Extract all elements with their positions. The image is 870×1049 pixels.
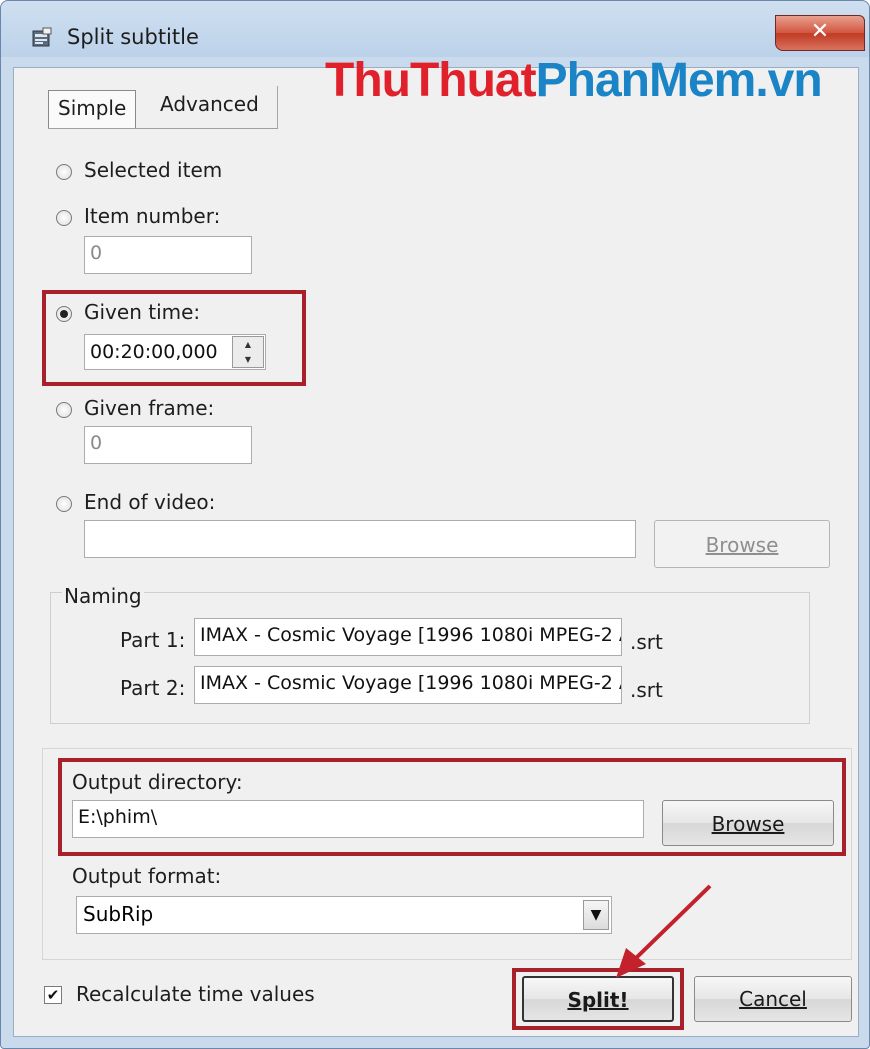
pointer-arrow-icon [616, 884, 712, 978]
window-title: Split subtitle [67, 25, 199, 49]
given-frame-field[interactable]: 0 [84, 426, 252, 464]
output-browse-button[interactable]: Browse [662, 800, 834, 846]
item-number-field[interactable]: 0 [84, 236, 252, 274]
end-of-video-radio[interactable] [56, 496, 72, 512]
naming-group-title: Naming [62, 584, 144, 608]
app-icon [32, 27, 52, 47]
item-number-label: Item number: [84, 204, 221, 228]
recalculate-label: Recalculate time values [76, 982, 315, 1006]
tab-advanced[interactable]: Advanced [140, 86, 278, 128]
part2-name-field[interactable]: IMAX - Cosmic Voyage [1996 1080i MPEG-2 … [194, 666, 622, 704]
video-file-field[interactable] [84, 520, 636, 558]
tab-divider [48, 128, 278, 129]
close-button[interactable]: ✕ [775, 15, 865, 51]
video-browse-button[interactable]: Browse [654, 520, 830, 568]
spin-up-icon[interactable]: ▲ [233, 337, 263, 352]
item-number-radio[interactable] [56, 210, 72, 226]
part1-label: Part 1: [120, 628, 186, 652]
dialog-client-area: Simple Advanced Selected item Item numbe… [13, 67, 859, 1037]
tab-simple[interactable]: Simple [48, 90, 136, 128]
end-of-video-label: End of video: [84, 490, 216, 514]
part2-label: Part 2: [120, 676, 186, 700]
close-icon: ✕ [810, 19, 830, 44]
output-directory-label: Output directory: [72, 770, 243, 794]
part2-ext: .srt [630, 678, 663, 702]
selected-item-label: Selected item [84, 158, 223, 182]
given-frame-label: Given frame: [84, 396, 215, 420]
output-directory-field[interactable]: E:\phim\ [72, 800, 644, 838]
given-time-radio[interactable] [56, 306, 72, 322]
given-time-label: Given time: [84, 300, 201, 324]
part1-ext: .srt [630, 630, 663, 654]
spin-down-icon[interactable]: ▼ [233, 352, 263, 367]
selected-item-radio[interactable] [56, 164, 72, 180]
output-format-select[interactable]: SubRip ▼ [76, 896, 612, 934]
split-subtitle-window: Split subtitle ✕ Simple Advanced Selecte… [0, 0, 870, 1049]
output-format-value: SubRip [83, 902, 154, 926]
given-frame-radio[interactable] [56, 402, 72, 418]
recalculate-checkbox[interactable]: ✔ [44, 986, 62, 1004]
watermark-part2: PhanMem.vn [535, 54, 823, 107]
output-format-label: Output format: [72, 864, 222, 888]
part1-name-field[interactable]: IMAX - Cosmic Voyage [1996 1080i MPEG-2 … [194, 618, 622, 656]
watermark-logo: ThuThuatPhanMem.vn [325, 53, 823, 108]
given-time-spinner[interactable]: ▲ ▼ [232, 336, 264, 368]
watermark-part1: ThuThuat [325, 54, 537, 107]
naming-groupbox [50, 592, 810, 724]
title-bar[interactable]: Split subtitle ✕ [1, 1, 869, 57]
